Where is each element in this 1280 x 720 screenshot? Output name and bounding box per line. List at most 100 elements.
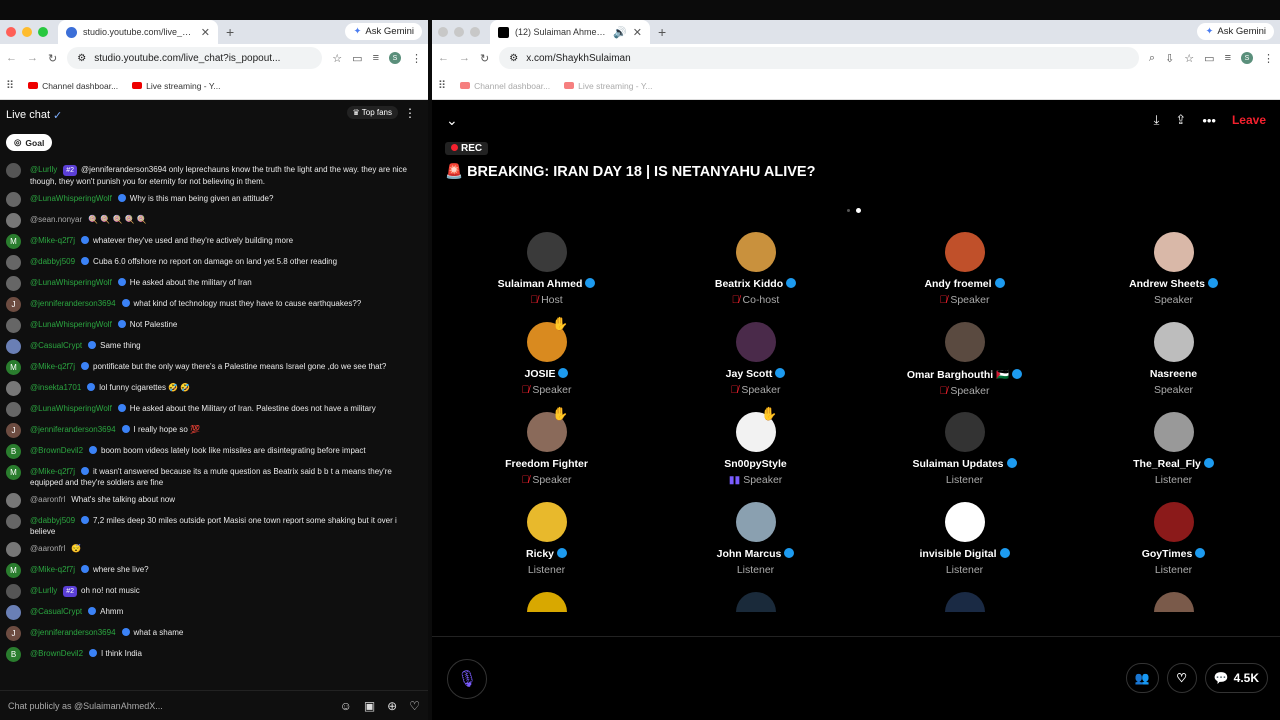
forward-icon[interactable]: →	[459, 52, 470, 64]
audio-icon[interactable]: 🔊	[613, 26, 627, 39]
participant-avatar[interactable]	[944, 412, 985, 452]
participant[interactable]: Omar Barghouthi 🇵🇸 🎙̸ Speaker	[860, 322, 1069, 400]
author-name[interactable]: @jenniferanderson3694	[30, 425, 116, 434]
profile-avatar[interactable]: S	[1241, 52, 1253, 64]
participant[interactable]: ✋ JOSIE 🎙̸ Speaker	[442, 316, 651, 400]
participant-avatar[interactable]	[735, 232, 776, 272]
participant-avatar[interactable]	[526, 592, 567, 612]
chat-message[interactable]: M @Mike-q2f7j it wasn't answered because i…	[0, 462, 428, 490]
participant[interactable]: GoyTimes Listener	[1069, 502, 1278, 580]
site-info-icon[interactable]: ⚙	[509, 53, 518, 64]
author-name[interactable]: @CasualCrypt	[30, 341, 82, 350]
participant-avatar[interactable]	[1153, 232, 1194, 272]
author-name[interactable]: @Mike-q2f7j	[30, 362, 75, 371]
avatar[interactable]	[6, 318, 21, 333]
avatar[interactable]	[6, 402, 21, 417]
author-name[interactable]: @jenniferanderson3694	[30, 299, 116, 308]
forward-icon[interactable]: →	[27, 52, 38, 64]
avatar[interactable]	[6, 584, 21, 599]
chat-message[interactable]: M @Mike-q2f7j pontificate but the only way…	[0, 357, 428, 378]
participant-avatar[interactable]: ✋	[526, 316, 569, 362]
avatar[interactable]	[6, 255, 21, 270]
people-button[interactable]: 👥	[1125, 663, 1159, 693]
avatar[interactable]	[6, 514, 21, 529]
participant-avatar[interactable]	[1153, 502, 1194, 542]
author-name[interactable]: @LunaWhisperingWolf	[30, 278, 112, 287]
new-tab-button[interactable]: +	[658, 24, 666, 40]
ask-gemini-button[interactable]: ✦ Ask Gemini	[1197, 23, 1274, 40]
participant-avatar[interactable]	[735, 322, 776, 362]
author-name[interactable]: @Lurlly	[30, 586, 57, 595]
zoom-icon[interactable]: ⌕	[1149, 52, 1155, 65]
super-chat-icon[interactable]: ▣	[364, 699, 375, 713]
url-field[interactable]: ⚙ x.com/ShaykhSulaiman	[499, 47, 1139, 69]
author-name[interactable]: @CasualCrypt	[30, 607, 82, 616]
participant[interactable]: Andy froemel 🎙̸ Speaker	[860, 232, 1069, 310]
author-name[interactable]: @aaronfrl	[30, 495, 65, 504]
chevron-down-icon[interactable]: ⌄	[446, 112, 458, 129]
chat-input[interactable]: Chat publicly as @SulaimanAhmedX...	[8, 701, 328, 711]
site-info-icon[interactable]: ⚙	[77, 53, 86, 64]
chat-message[interactable]: @CasualCrypt Ahmm	[0, 602, 428, 623]
bookmark-item[interactable]: Live streaming - Y...	[564, 81, 653, 91]
avatar[interactable]	[6, 493, 21, 508]
top-fans-button[interactable]: ♛ Top fans	[346, 106, 398, 119]
chat-message[interactable]: J @jenniferanderson3694 I really hope so 💯	[0, 420, 428, 441]
zoom-window-button[interactable]	[38, 27, 48, 37]
avatar[interactable]	[6, 192, 21, 207]
bookmark-item[interactable]: Channel dashboar...	[460, 81, 550, 91]
page-dot-active[interactable]	[856, 208, 861, 213]
author-name[interactable]: @LunaWhisperingWolf	[30, 404, 112, 413]
author-name[interactable]: @dabbyj509	[30, 257, 75, 266]
sidebar-icon[interactable]: ▭	[1204, 52, 1214, 65]
participant-avatar[interactable]	[1153, 412, 1194, 452]
participant-avatar[interactable]	[1153, 592, 1194, 612]
chat-title[interactable]: Live chat	[6, 109, 50, 121]
chat-message[interactable]: J @jenniferanderson3694 what a shame	[0, 623, 428, 644]
participant[interactable]	[1069, 592, 1278, 612]
chat-message[interactable]: @Lurlly #2 oh no! not music	[0, 581, 428, 602]
avatar[interactable]: B	[6, 444, 21, 459]
participant[interactable]: ✋ Sn00pyStyle ▮▮ Speaker	[651, 406, 860, 490]
avatar[interactable]: J	[6, 423, 21, 438]
chat-message[interactable]: @CasualCrypt Same thing	[0, 336, 428, 357]
participant[interactable]	[651, 592, 860, 612]
chat-message[interactable]: B @BrownDevil2 boom boom videos lately loo…	[0, 441, 428, 462]
add-icon[interactable]: ⊕	[387, 699, 397, 713]
chat-message[interactable]: J @jenniferanderson3694 what kind of techn…	[0, 294, 428, 315]
participant-avatar[interactable]	[944, 322, 985, 362]
share-icon[interactable]: ⇪	[1175, 112, 1186, 128]
participant[interactable]	[860, 592, 1069, 612]
extensions-icon[interactable]: ≡	[373, 52, 379, 64]
minimize-window-button[interactable]	[454, 27, 464, 37]
heart-icon[interactable]: ♡	[409, 699, 420, 713]
chat-message[interactable]: M @Mike-q2f7j whatever they've used and th…	[0, 231, 428, 252]
author-name[interactable]: @Mike-q2f7j	[30, 236, 75, 245]
avatar[interactable]: M	[6, 234, 21, 249]
bookmark-item[interactable]: Channel dashboar...	[28, 81, 118, 91]
microphone-button[interactable]: 🎙	[447, 659, 487, 699]
participant[interactable]: The_Real_Fly Listener	[1069, 412, 1278, 490]
reload-icon[interactable]: ↻	[48, 52, 57, 65]
chat-message[interactable]: @LunaWhisperingWolf Not Palestine	[0, 315, 428, 336]
bookmark-star-icon[interactable]: ☆	[332, 52, 342, 65]
author-name[interactable]: @dabbyj509	[30, 516, 75, 525]
participant-avatar[interactable]: ✋	[526, 406, 569, 452]
participant-avatar[interactable]	[944, 502, 985, 542]
avatar[interactable]	[6, 381, 21, 396]
minimize-space-icon[interactable]: ⤓	[1154, 112, 1160, 128]
participant-avatar[interactable]	[944, 592, 985, 612]
chat-message[interactable]: @aaronfrl What's she talking about now	[0, 490, 428, 511]
participant[interactable]: ✋ Freedom Fighter 🎙̸ Speaker	[442, 406, 651, 490]
chat-message[interactable]: M @Mike-q2f7j where she live?	[0, 560, 428, 581]
author-name[interactable]: @insekta1701	[30, 383, 81, 392]
chat-message[interactable]: @LunaWhisperingWolf He asked about the mi…	[0, 273, 428, 294]
author-name[interactable]: @jenniferanderson3694	[30, 628, 116, 637]
zoom-window-button[interactable]	[470, 27, 480, 37]
participant[interactable]: Andrew Sheets Speaker	[1069, 232, 1278, 310]
participant[interactable]: Sulaiman Ahmed 🎙̸ Host	[442, 232, 651, 310]
avatar[interactable]: J	[6, 626, 21, 641]
participant-avatar[interactable]	[944, 232, 985, 272]
avatar[interactable]	[6, 213, 21, 228]
avatar[interactable]	[6, 339, 21, 354]
